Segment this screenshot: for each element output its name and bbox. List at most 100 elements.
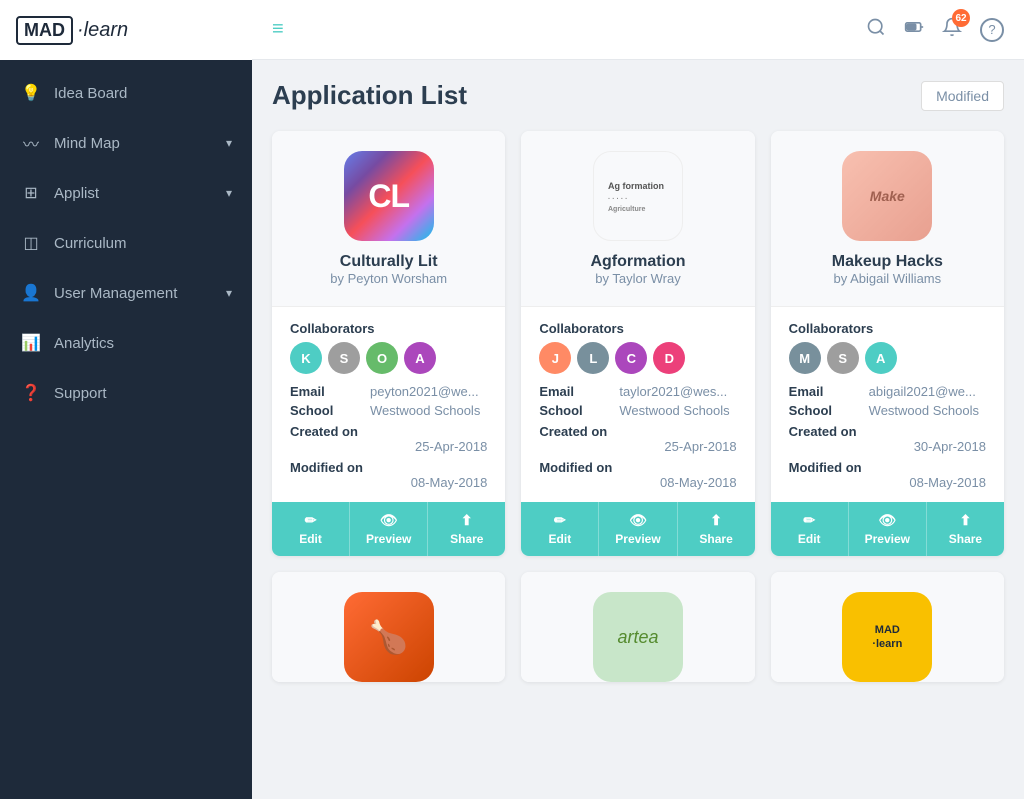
eye-icon: 👁	[380, 512, 398, 529]
share-button[interactable]: ⬆ Share	[927, 502, 1004, 556]
sidebar-item-support[interactable]: ❓ Support	[0, 368, 252, 418]
logo-learn: ·learn	[77, 19, 128, 42]
school-row: School Westwood Schools	[539, 403, 736, 418]
modified-section: Modified on 08-May-2018	[539, 460, 736, 490]
card-top: Ag formation · · · · · Agriculture Agfor…	[521, 131, 754, 307]
email-value: taylor2021@wes...	[619, 384, 727, 399]
idea-board-icon: 💡	[20, 82, 42, 104]
eye-icon: 👁	[878, 512, 896, 529]
preview-button[interactable]: 👁 Preview	[849, 502, 927, 556]
school-label: School	[789, 403, 869, 418]
edit-button[interactable]: ✏ Edit	[521, 502, 599, 556]
app-name: Culturally Lit	[340, 253, 438, 271]
sidebar-item-label: Idea Board	[54, 85, 127, 102]
avatar: J	[539, 342, 571, 374]
edit-icon: ✏	[305, 512, 317, 529]
preview-label: Preview	[865, 532, 910, 546]
sidebar-item-analytics[interactable]: 📊 Analytics	[0, 318, 252, 368]
created-value: 25-Apr-2018	[290, 439, 487, 454]
eye-icon: 👁	[629, 512, 647, 529]
app-icon-cl: CL	[344, 151, 434, 241]
avatar: C	[615, 342, 647, 374]
collaborators-label: Collaborators	[789, 321, 986, 336]
avatar: A	[404, 342, 436, 374]
sidebar-item-curriculum[interactable]: ◫ Curriculum	[0, 218, 252, 268]
support-icon: ❓	[20, 382, 42, 404]
edit-label: Edit	[299, 532, 322, 546]
sidebar-item-label: Mind Map	[54, 135, 120, 152]
email-label: Email	[539, 384, 619, 399]
card-top: artea ArtTea	[521, 572, 754, 682]
avatar: S	[827, 342, 859, 374]
card-actions: ✏ Edit 👁 Preview ⬆ Share	[272, 502, 505, 556]
share-icon: ⬆	[960, 512, 972, 529]
svg-text:· · · · ·: · · · · ·	[608, 196, 627, 203]
sidebar-item-user-management[interactable]: 👤 User Management ▾	[0, 268, 252, 318]
collaborators-list: J L C D	[539, 342, 736, 374]
edit-button[interactable]: ✏ Edit	[771, 502, 849, 556]
menu-icon[interactable]: ≡	[272, 18, 284, 41]
card-top: Make Makeup Hacks by Abigail Williams	[771, 131, 1004, 307]
share-button[interactable]: ⬆ Share	[428, 502, 505, 556]
logo: MAD ·learn	[0, 0, 252, 60]
app-card-makeup-hacks: Make Makeup Hacks by Abigail Williams Co…	[771, 131, 1004, 556]
school-value: Westwood Schools	[869, 403, 979, 418]
applist-icon: ⊞	[20, 182, 42, 204]
share-icon: ⬆	[710, 512, 722, 529]
preview-label: Preview	[615, 532, 660, 546]
edit-button[interactable]: ✏ Edit	[272, 502, 350, 556]
sort-filter[interactable]: Modified	[921, 81, 1004, 111]
avatar: L	[577, 342, 609, 374]
main-content: ≡ 62 ? Application List Modified	[252, 0, 1024, 799]
sidebar-item-label: Applist	[54, 185, 99, 202]
school-value: Westwood Schools	[619, 403, 729, 418]
modified-label: Modified on	[290, 460, 487, 475]
preview-button[interactable]: 👁 Preview	[350, 502, 428, 556]
collaborators-list: M S A	[789, 342, 986, 374]
sidebar-item-idea-board[interactable]: 💡 Idea Board	[0, 68, 252, 118]
svg-text:Ag formation: Ag formation	[608, 181, 664, 191]
modified-label: Modified on	[789, 460, 986, 475]
school-label: School	[290, 403, 370, 418]
notification-badge: 62	[952, 9, 970, 27]
search-icon[interactable]	[866, 17, 886, 42]
edit-icon: ✏	[803, 512, 815, 529]
sidebar-item-label: Curriculum	[54, 235, 127, 252]
card-top: CL Culturally Lit by Peyton Worsham	[272, 131, 505, 307]
app-card-coolcatteacher: MAD·learn CoolCatTeacher	[771, 572, 1004, 682]
sidebar-nav: 💡 Idea Board 〰 Mind Map ▾ ⊞ Applist ▾ ◫ …	[0, 60, 252, 799]
sidebar-item-mind-map[interactable]: 〰 Mind Map ▾	[0, 118, 252, 168]
app-grid: CL Culturally Lit by Peyton Worsham Coll…	[272, 131, 1004, 682]
avatar: A	[865, 342, 897, 374]
school-row: School Westwood Schools	[789, 403, 986, 418]
preview-label: Preview	[366, 532, 411, 546]
sidebar-item-applist[interactable]: ⊞ Applist ▾	[0, 168, 252, 218]
email-label: Email	[290, 384, 370, 399]
chevron-down-icon: ▾	[226, 186, 232, 200]
share-button[interactable]: ⬆ Share	[678, 502, 755, 556]
card-actions: ✏ Edit 👁 Preview ⬆ Share	[521, 502, 754, 556]
school-row: School Westwood Schools	[290, 403, 487, 418]
notification-icon[interactable]: 62	[942, 17, 962, 42]
share-label: Share	[450, 532, 483, 546]
email-label: Email	[789, 384, 869, 399]
edit-label: Edit	[798, 532, 821, 546]
svg-text:Agriculture: Agriculture	[608, 206, 645, 213]
app-icon-artea: artea	[593, 592, 683, 682]
app-card-artea: artea ArtTea	[521, 572, 754, 682]
modified-section: Modified on 08-May-2018	[789, 460, 986, 490]
chevron-down-icon: ▾	[226, 286, 232, 300]
app-icon-mh: Make	[842, 151, 932, 241]
help-icon[interactable]: ?	[980, 18, 1004, 42]
avatar: M	[789, 342, 821, 374]
avatar: D	[653, 342, 685, 374]
curriculum-icon: ◫	[20, 232, 42, 254]
avatar: K	[290, 342, 322, 374]
preview-button[interactable]: 👁 Preview	[599, 502, 677, 556]
share-label: Share	[699, 532, 732, 546]
app-author: by Peyton Worsham	[330, 271, 447, 286]
collaborators-list: K S O A	[290, 342, 487, 374]
created-label: Created on	[539, 424, 736, 439]
sidebar-item-label: Analytics	[54, 335, 114, 352]
modified-value: 08-May-2018	[539, 475, 736, 490]
